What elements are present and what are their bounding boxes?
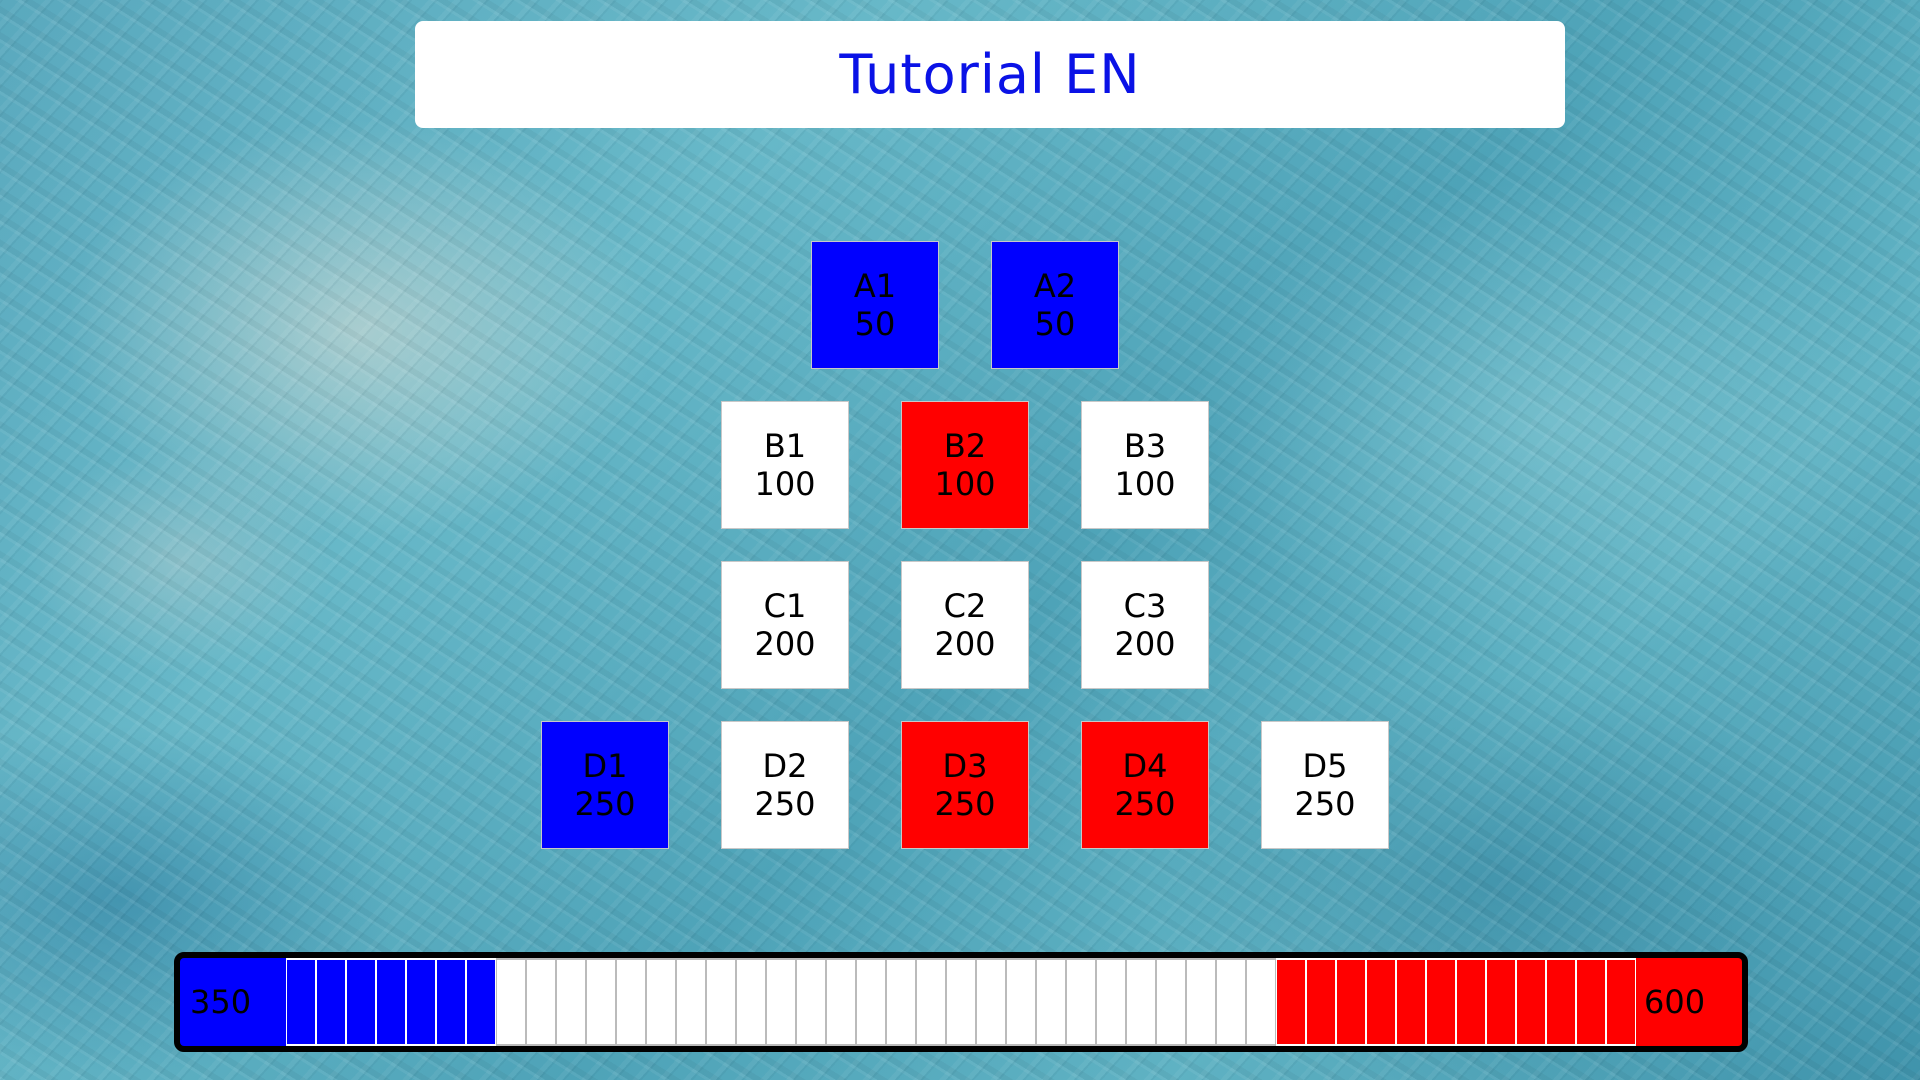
score-segment — [1576, 958, 1606, 1046]
score-segment — [1186, 958, 1216, 1046]
tile-a1[interactable]: A1 50 — [811, 241, 939, 369]
blue-score-panel: 350 — [180, 958, 286, 1046]
tile-label: D1 — [582, 747, 628, 785]
tile-b2[interactable]: B2 100 — [901, 401, 1029, 529]
score-segment — [1216, 958, 1246, 1046]
tile-value: 100 — [934, 465, 996, 503]
tile-b1[interactable]: B1 100 — [721, 401, 849, 529]
tile-b3[interactable]: B3 100 — [1081, 401, 1209, 529]
tile-label: D4 — [1122, 747, 1168, 785]
score-segment — [1606, 958, 1636, 1046]
score-segment — [586, 958, 616, 1046]
tile-value: 200 — [934, 625, 996, 663]
score-segment — [316, 958, 346, 1046]
score-segment — [766, 958, 796, 1046]
score-segment — [616, 958, 646, 1046]
score-segment — [556, 958, 586, 1046]
score-segment — [1036, 958, 1066, 1046]
tile-label: B1 — [763, 427, 807, 465]
score-segment — [1456, 958, 1486, 1046]
tile-c2[interactable]: C2 200 — [901, 561, 1029, 689]
tile-label: C1 — [763, 587, 807, 625]
tile-label: C2 — [943, 587, 987, 625]
tile-c1[interactable]: C1 200 — [721, 561, 849, 689]
score-segment — [826, 958, 856, 1046]
score-segment — [376, 958, 406, 1046]
tile-label: A1 — [853, 267, 897, 305]
tile-c3[interactable]: C3 200 — [1081, 561, 1209, 689]
tile-value: 250 — [1294, 785, 1356, 823]
score-segment — [916, 958, 946, 1046]
red-score: 600 — [1644, 983, 1706, 1021]
score-segment — [1366, 958, 1396, 1046]
tile-value: 200 — [1114, 625, 1176, 663]
score-segment — [886, 958, 916, 1046]
tile-label: C3 — [1123, 587, 1167, 625]
score-segment — [466, 958, 496, 1046]
score-segment — [1426, 958, 1456, 1046]
score-bar: 350 600 — [174, 952, 1748, 1052]
background-texture — [0, 0, 1920, 1080]
tile-value: 100 — [1114, 465, 1176, 503]
score-segment — [1096, 958, 1126, 1046]
tile-d2[interactable]: D2 250 — [721, 721, 849, 849]
tile-value: 250 — [754, 785, 816, 823]
red-score-panel: 600 — [1636, 958, 1742, 1046]
tile-value: 200 — [754, 625, 816, 663]
score-segment — [1126, 958, 1156, 1046]
score-segment — [346, 958, 376, 1046]
tile-label: A2 — [1033, 267, 1077, 305]
score-segment — [496, 958, 526, 1046]
score-segment — [1006, 958, 1036, 1046]
tile-label: D5 — [1302, 747, 1348, 785]
score-segment — [856, 958, 886, 1046]
score-segment — [1336, 958, 1366, 1046]
tile-value: 100 — [754, 465, 816, 503]
tile-value: 50 — [854, 305, 896, 343]
score-segment — [946, 958, 976, 1046]
score-segment — [1246, 958, 1276, 1046]
tile-d1[interactable]: D1 250 — [541, 721, 669, 849]
score-segment — [976, 958, 1006, 1046]
tile-value: 250 — [574, 785, 636, 823]
score-segment — [1066, 958, 1096, 1046]
title-banner: Tutorial EN — [415, 21, 1565, 128]
blue-score: 350 — [190, 983, 252, 1021]
tile-d5[interactable]: D5 250 — [1261, 721, 1389, 849]
score-segment — [1156, 958, 1186, 1046]
score-segment — [796, 958, 826, 1046]
tile-a2[interactable]: A2 50 — [991, 241, 1119, 369]
tile-value: 250 — [1114, 785, 1176, 823]
score-segment — [1276, 958, 1306, 1046]
tile-label: B2 — [943, 427, 987, 465]
tile-value: 50 — [1034, 305, 1076, 343]
score-segment — [706, 958, 736, 1046]
score-segment — [406, 958, 436, 1046]
score-segment — [736, 958, 766, 1046]
score-segment — [1396, 958, 1426, 1046]
score-segment — [1516, 958, 1546, 1046]
score-segment — [436, 958, 466, 1046]
score-segment — [286, 958, 316, 1046]
score-segment — [676, 958, 706, 1046]
page-title: Tutorial EN — [839, 43, 1141, 106]
score-segment — [646, 958, 676, 1046]
score-segments — [286, 958, 1636, 1046]
score-segment — [1546, 958, 1576, 1046]
tile-value: 250 — [934, 785, 996, 823]
tile-label: B3 — [1123, 427, 1167, 465]
tile-label: D3 — [942, 747, 988, 785]
tile-d4[interactable]: D4 250 — [1081, 721, 1209, 849]
tile-label: D2 — [762, 747, 808, 785]
score-segment — [1486, 958, 1516, 1046]
score-segment — [1306, 958, 1336, 1046]
tile-d3[interactable]: D3 250 — [901, 721, 1029, 849]
score-segment — [526, 958, 556, 1046]
